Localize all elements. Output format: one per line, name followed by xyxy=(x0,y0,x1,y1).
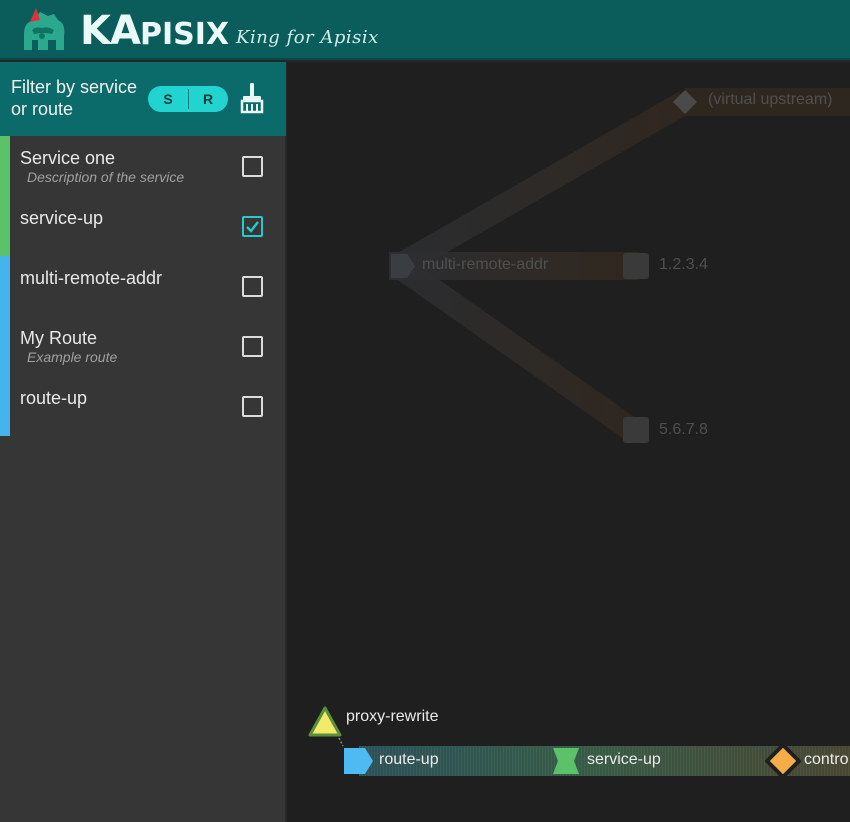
item-checkbox[interactable] xyxy=(242,216,263,237)
toggle-service[interactable]: S xyxy=(148,86,188,112)
toggle-divider xyxy=(188,89,189,109)
app-header: KAPISIX King for Apisix xyxy=(0,0,850,60)
item-name: multi-remote-addr xyxy=(20,268,163,288)
item-name: service-up xyxy=(20,208,104,228)
faded-edge xyxy=(393,91,691,277)
filter-panel: Filter by service or route S R xyxy=(0,62,286,136)
faded-edge xyxy=(392,256,639,440)
item-description: Example route xyxy=(27,349,118,365)
app-tagline: King for Apisix xyxy=(236,27,379,48)
graph-canvas[interactable]: (virtual upstream) multi-remote-addr 1.2… xyxy=(287,62,850,822)
upstream-node-label[interactable]: contro xyxy=(804,751,848,769)
check-icon xyxy=(246,221,259,233)
plugin-link xyxy=(338,737,344,747)
list-item[interactable]: multi-remote-addr xyxy=(0,256,286,316)
item-name: My Route xyxy=(20,328,98,348)
list-item[interactable]: Service one Description of the service xyxy=(0,136,286,196)
upstream-node-icon xyxy=(623,417,649,443)
route-indicator-bar xyxy=(0,256,10,316)
brand-name: KAPISIX xyxy=(80,8,230,54)
plugin-warning-icon xyxy=(308,706,342,737)
route-indicator-bar xyxy=(0,376,10,436)
item-description: Description of the service xyxy=(27,169,185,185)
item-name: route-up xyxy=(20,388,88,408)
faded-route-label: multi-remote-addr xyxy=(422,256,549,273)
upstream-node-icon xyxy=(623,253,649,279)
route-indicator-bar xyxy=(0,316,10,376)
list-item[interactable]: My Route Example route xyxy=(0,316,286,376)
upstream-node-label: 5.6.7.8 xyxy=(659,421,708,438)
item-checkbox[interactable] xyxy=(242,396,263,417)
kong-logo-icon xyxy=(24,8,65,50)
filter-label: Filter by service or route xyxy=(11,77,138,119)
service-indicator-bar xyxy=(0,136,10,196)
item-checkbox[interactable] xyxy=(242,276,263,297)
clear-filter-broom-icon[interactable] xyxy=(238,82,266,114)
list-item[interactable]: service-up xyxy=(0,196,286,256)
upstream-node-label: 1.2.3.4 xyxy=(659,256,708,273)
virtual-upstream-label: (virtual upstream) xyxy=(708,91,833,108)
list-item[interactable]: route-up xyxy=(0,376,286,436)
filter-list: Service one Description of the service s… xyxy=(0,136,286,436)
sidebar: Filter by service or route S R Service o… xyxy=(0,62,286,822)
item-name: Service one xyxy=(20,148,116,168)
service-node-label[interactable]: service-up xyxy=(587,751,661,769)
item-checkbox[interactable] xyxy=(242,156,263,177)
service-indicator-bar xyxy=(0,196,10,256)
plugin-label: proxy-rewrite xyxy=(346,708,439,725)
service-route-toggle[interactable]: S R xyxy=(148,86,228,112)
item-checkbox[interactable] xyxy=(242,336,263,357)
route-node-label[interactable]: route-up xyxy=(379,751,439,769)
toggle-route[interactable]: R xyxy=(188,86,228,112)
